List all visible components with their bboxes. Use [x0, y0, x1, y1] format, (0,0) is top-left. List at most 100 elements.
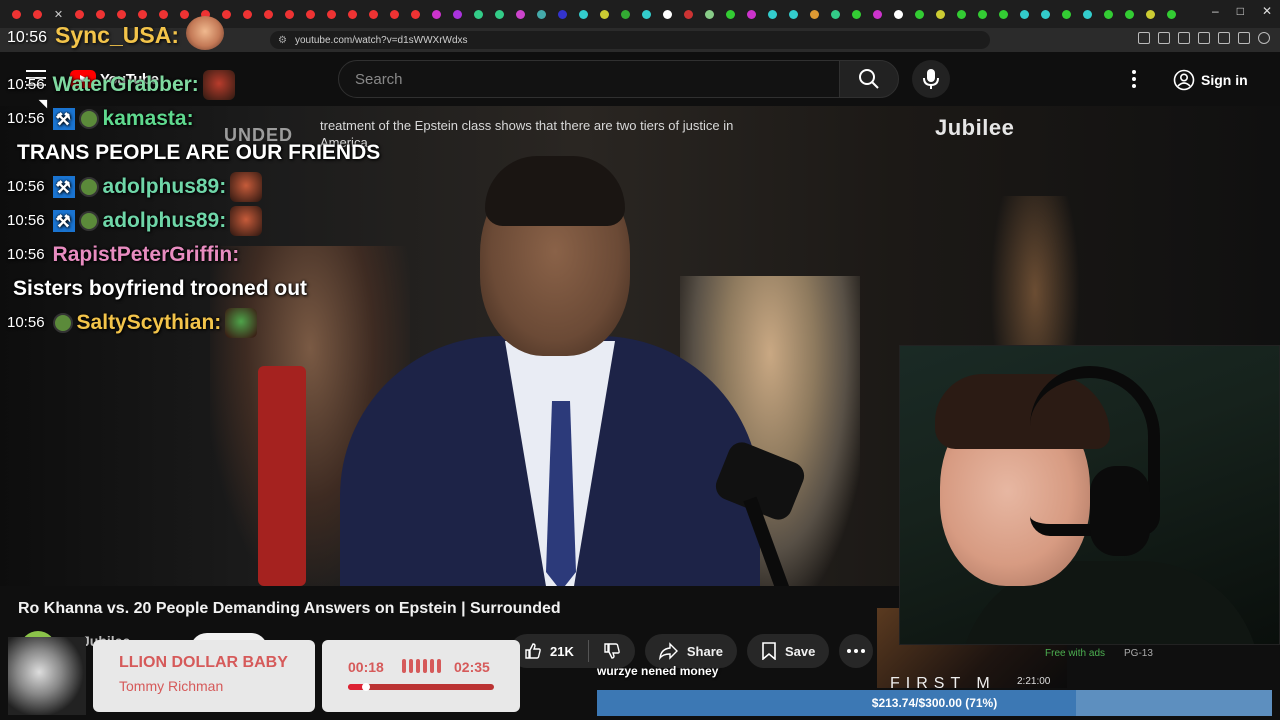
browser-tab[interactable]: [1161, 5, 1182, 23]
browser-tab[interactable]: [258, 5, 279, 23]
chat-emote-icon: [230, 206, 263, 236]
browser-tab[interactable]: [930, 5, 951, 23]
browser-tab[interactable]: [1056, 5, 1077, 23]
browser-tab[interactable]: [1140, 5, 1161, 23]
browser-tab[interactable]: [90, 5, 111, 23]
browser-tab[interactable]: [972, 5, 993, 23]
browser-tab[interactable]: [783, 5, 804, 23]
tab-favicon-icon: [936, 9, 945, 19]
browser-tab[interactable]: [615, 5, 636, 23]
browser-tab[interactable]: [69, 5, 90, 23]
browser-tab[interactable]: [678, 5, 699, 23]
browser-tab[interactable]: [384, 5, 405, 23]
subscriber-badge-icon: [78, 109, 99, 129]
extension-icon[interactable]: [1238, 32, 1250, 44]
tab-favicon-icon: [96, 9, 105, 19]
browser-tab[interactable]: [510, 5, 531, 23]
voice-search-button[interactable]: [912, 60, 950, 98]
tab-favicon-icon: [495, 9, 504, 19]
like-button[interactable]: 21K: [510, 634, 588, 668]
browser-tab[interactable]: [1119, 5, 1140, 23]
save-button[interactable]: Save: [747, 634, 830, 668]
browser-tab[interactable]: [1098, 5, 1119, 23]
browser-tab[interactable]: [468, 5, 489, 23]
browser-tab[interactable]: [531, 5, 552, 23]
url-text[interactable]: youtube.com/watch?v=d1sWWXrWdxs: [295, 35, 468, 46]
browser-tab[interactable]: [951, 5, 972, 23]
jubilee-watermark: Jubilee: [935, 115, 1015, 140]
browser-tab[interactable]: [552, 5, 573, 23]
browser-tab[interactable]: [825, 5, 846, 23]
browser-tab[interactable]: [363, 5, 384, 23]
profile-icon[interactable]: [1258, 32, 1270, 44]
chat-timestamp: 10:56: [7, 178, 45, 195]
browser-tab[interactable]: [279, 5, 300, 23]
tab-favicon-icon: [1083, 9, 1092, 19]
browser-tab[interactable]: [405, 5, 426, 23]
tab-favicon-icon: [306, 9, 315, 19]
browser-tab[interactable]: [594, 5, 615, 23]
browser-tab[interactable]: [27, 5, 48, 23]
tab-favicon-icon: [558, 9, 567, 19]
browser-tab[interactable]: [1014, 5, 1035, 23]
extension-icon[interactable]: [1158, 32, 1170, 44]
browser-tab[interactable]: [741, 5, 762, 23]
browser-tab[interactable]: [804, 5, 825, 23]
browser-tab[interactable]: [636, 5, 657, 23]
extension-icon[interactable]: [1198, 32, 1210, 44]
browser-tab[interactable]: [111, 5, 132, 23]
browser-tab[interactable]: [993, 5, 1014, 23]
browser-tab[interactable]: [237, 5, 258, 23]
browser-tab[interactable]: [657, 5, 678, 23]
address-bar[interactable]: ⚙ youtube.com/watch?v=d1sWWXrWdxs: [270, 31, 990, 49]
browser-tab[interactable]: [447, 5, 468, 23]
extension-icon[interactable]: [1138, 32, 1150, 44]
tab-favicon-icon: [159, 9, 168, 19]
chat-username: SaltyScythian:: [76, 311, 222, 334]
chat-overlay: 10:56 WaterGrabber: 10:56 kamasta: TRANS PEO…: [7, 68, 427, 340]
site-info-icon[interactable]: ⚙: [278, 35, 287, 46]
browser-tab[interactable]: [426, 5, 447, 23]
extension-icon[interactable]: [1178, 32, 1190, 44]
share-button[interactable]: Share: [644, 634, 737, 668]
recommended-duration: 2:21:00: [1017, 676, 1051, 687]
maximize-icon[interactable]: □: [1237, 4, 1244, 18]
close-icon[interactable]: ✕: [1262, 4, 1272, 18]
browser-tab[interactable]: [867, 5, 888, 23]
browser-tab[interactable]: [573, 5, 594, 23]
browser-tab[interactable]: [489, 5, 510, 23]
extension-icon[interactable]: [1218, 32, 1230, 44]
settings-menu-button[interactable]: [1124, 68, 1144, 90]
tab-favicon-icon: [852, 9, 861, 19]
browser-tab[interactable]: [888, 5, 909, 23]
browser-tab[interactable]: [762, 5, 783, 23]
minimize-icon[interactable]: –: [1212, 4, 1219, 18]
chat-header-emote: [186, 16, 224, 50]
playback-current-time: 00:18: [348, 659, 384, 675]
browser-tab[interactable]: ✕: [48, 5, 69, 23]
more-actions-button[interactable]: [839, 634, 874, 668]
browser-tab[interactable]: [6, 5, 27, 23]
browser-tab[interactable]: [132, 5, 153, 23]
browser-tab[interactable]: [216, 5, 237, 23]
browser-tab[interactable]: [300, 5, 321, 23]
search-input[interactable]: [355, 70, 839, 88]
chat-username: kamasta:: [102, 107, 194, 130]
tab-favicon-icon: [1146, 9, 1155, 19]
chat-timestamp: 10:56: [7, 212, 45, 229]
like-count: 21K: [550, 643, 574, 659]
browser-tab[interactable]: [1035, 5, 1056, 23]
browser-tab[interactable]: [1077, 5, 1098, 23]
browser-tab[interactable]: [342, 5, 363, 23]
browser-tab[interactable]: [846, 5, 867, 23]
search-button[interactable]: [839, 60, 899, 98]
chat-username: adolphus89:: [102, 209, 227, 232]
chat-header-username: Sync_USA:: [55, 22, 179, 48]
browser-tab[interactable]: [321, 5, 342, 23]
sign-in-button[interactable]: Sign in: [1163, 63, 1258, 97]
browser-tab[interactable]: [720, 5, 741, 23]
dislike-button[interactable]: [589, 634, 635, 668]
browser-tab[interactable]: [699, 5, 720, 23]
browser-tab[interactable]: [909, 5, 930, 23]
browser-tab[interactable]: [153, 5, 174, 23]
